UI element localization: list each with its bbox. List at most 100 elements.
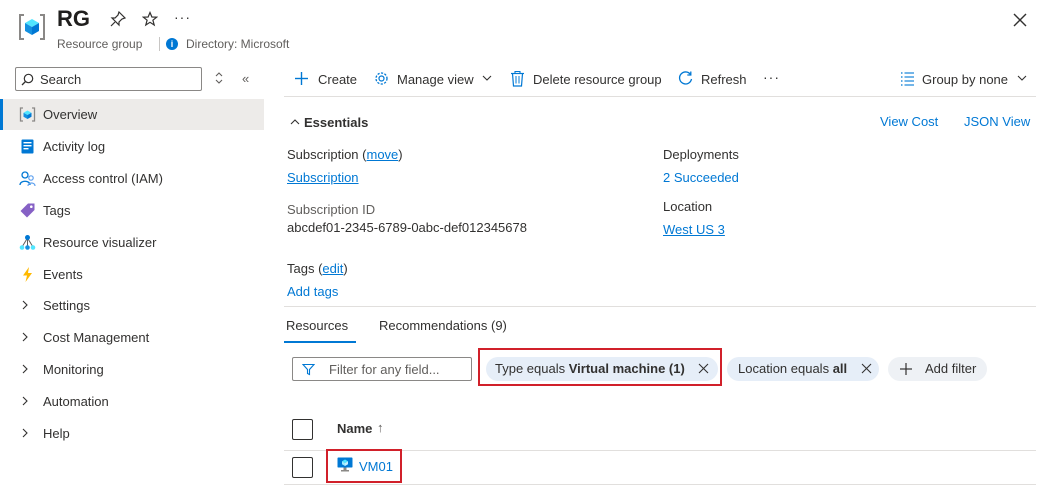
search-input[interactable]: Search xyxy=(15,67,202,91)
sidebar-item-help[interactable]: Help xyxy=(0,418,264,449)
visualizer-icon xyxy=(19,235,36,250)
sidebar-item-label: Overview xyxy=(43,107,98,122)
close-icon[interactable] xyxy=(1012,12,1028,28)
location-label: Location xyxy=(663,199,713,214)
row-checkbox[interactable] xyxy=(292,457,313,478)
chevron-right-icon xyxy=(22,332,28,342)
sidebar-item-overview[interactable]: Overview xyxy=(0,99,264,130)
location-link[interactable]: West US 3 xyxy=(663,222,725,237)
add-filter-button[interactable]: Add filter xyxy=(888,357,987,381)
tab-resources[interactable]: Resources xyxy=(286,318,348,333)
sidebar-item-events[interactable]: Events xyxy=(0,259,264,290)
manage-view-button[interactable]: Manage view xyxy=(373,69,498,89)
delete-resource-group-button[interactable]: Delete resource group xyxy=(509,69,664,89)
filter-icon xyxy=(302,363,315,376)
refresh-label: Refresh xyxy=(701,72,747,87)
sort-ascending-icon[interactable]: ↑ xyxy=(377,420,384,435)
subscription-link[interactable]: Subscription xyxy=(287,170,359,185)
iam-icon xyxy=(19,171,36,187)
add-filter-label: Add filter xyxy=(925,361,977,376)
sidebar-item-settings[interactable]: Settings xyxy=(0,290,264,321)
filter-placeholder: Filter for any field... xyxy=(329,362,440,377)
create-label: Create xyxy=(318,72,358,87)
resource-group-icon xyxy=(19,14,45,40)
create-button[interactable]: Create xyxy=(293,69,363,89)
group-by-label: Group by none xyxy=(922,72,1009,87)
sidebar-item-cost-management[interactable]: Cost Management xyxy=(0,322,264,353)
search-icon xyxy=(21,73,34,86)
chevron-down-icon xyxy=(1017,75,1027,81)
chevron-right-icon xyxy=(22,364,28,374)
refresh-button[interactable]: Refresh xyxy=(677,69,747,89)
type-filter-pill[interactable]: Type equals Virtual machine (1) xyxy=(486,357,718,381)
collapse-sidebar-icon[interactable]: « xyxy=(242,71,249,86)
sidebar-item-label: Activity log xyxy=(43,139,106,154)
sidebar-item-access-control[interactable]: Access control (IAM) xyxy=(0,163,264,194)
location-filter-prefix: Location equals xyxy=(738,361,830,376)
list-icon xyxy=(901,72,914,86)
essentials-title[interactable]: Essentials xyxy=(304,115,368,130)
events-icon xyxy=(23,267,32,282)
page-subtitle: Resource group xyxy=(57,37,143,51)
selected-indicator xyxy=(0,99,3,130)
plus-icon xyxy=(295,72,308,85)
chevron-down-icon xyxy=(482,75,492,81)
move-link[interactable]: move xyxy=(367,147,399,162)
select-all-checkbox[interactable] xyxy=(292,419,313,440)
activity-log-icon xyxy=(21,139,34,154)
essentials-divider xyxy=(284,306,1036,307)
subscription-id-value: abcdef01-2345-6789-0abc-def012345678 xyxy=(287,220,527,235)
gear-icon xyxy=(375,72,388,85)
deployments-label: Deployments xyxy=(663,147,739,162)
view-cost-link[interactable]: View Cost xyxy=(880,114,938,129)
refresh-icon xyxy=(678,71,693,85)
toolbar-divider xyxy=(284,96,1036,97)
header-divider xyxy=(159,37,160,51)
tags-label: Tags xyxy=(287,261,315,276)
sidebar-item-automation[interactable]: Automation xyxy=(0,386,264,417)
sidebar-item-activity-log[interactable]: Activity log xyxy=(0,131,264,162)
tab-recommendations[interactable]: Recommendations (9) xyxy=(379,318,507,333)
column-header-name[interactable]: Name xyxy=(337,421,372,436)
type-filter-value: Virtual machine (1) xyxy=(568,361,685,376)
edit-tags-link[interactable]: edit xyxy=(322,261,343,276)
resource-group-icon xyxy=(19,107,36,122)
sidebar-item-label: Access control (IAM) xyxy=(43,171,163,186)
info-icon: i xyxy=(166,38,178,50)
tags-field-label: Tags (edit) xyxy=(287,261,348,276)
expand-collapse-icon[interactable] xyxy=(213,70,225,86)
location-filter-pill[interactable]: Location equals all xyxy=(727,357,879,381)
chevron-right-icon xyxy=(22,300,28,310)
sidebar-item-resource-visualizer[interactable]: Resource visualizer xyxy=(0,227,264,258)
deployments-link[interactable]: 2 Succeeded xyxy=(663,170,739,185)
subscription-label: Subscription xyxy=(287,147,359,162)
add-tags-link[interactable]: Add tags xyxy=(287,284,338,299)
pin-icon[interactable] xyxy=(110,11,126,27)
manage-view-label: Manage view xyxy=(397,72,474,87)
star-icon[interactable] xyxy=(142,11,158,27)
sidebar-item-monitoring[interactable]: Monitoring xyxy=(0,354,264,385)
more-actions-button[interactable]: ··· xyxy=(763,69,783,89)
json-view-link[interactable]: JSON View xyxy=(964,114,1030,129)
vm-link[interactable]: VM01 xyxy=(359,459,393,474)
type-filter-text: Type equals Virtual machine (1) xyxy=(495,361,685,376)
directory-label: Directory: Microsoft xyxy=(186,37,290,51)
tag-icon xyxy=(20,203,35,218)
remove-filter-icon[interactable] xyxy=(698,363,709,374)
group-by-dropdown[interactable]: Group by none xyxy=(899,69,1030,89)
type-filter-prefix: Type equals xyxy=(495,361,566,376)
delete-label: Delete resource group xyxy=(533,72,662,87)
sidebar-item-tags[interactable]: Tags xyxy=(0,195,264,226)
sidebar-item-label: Settings xyxy=(43,298,90,313)
chevron-up-icon[interactable] xyxy=(289,117,301,127)
chevron-right-icon xyxy=(22,396,28,406)
more-options-icon[interactable]: ··· xyxy=(174,9,191,25)
location-filter-text: Location equals all xyxy=(738,361,847,376)
trash-icon xyxy=(511,70,524,87)
sidebar-item-label: Automation xyxy=(43,394,109,409)
remove-filter-icon[interactable] xyxy=(861,363,872,374)
filter-input[interactable]: Filter for any field... xyxy=(292,357,472,381)
sidebar-item-label: Tags xyxy=(43,203,71,218)
search-placeholder: Search xyxy=(40,72,82,87)
plus-icon xyxy=(900,363,912,375)
